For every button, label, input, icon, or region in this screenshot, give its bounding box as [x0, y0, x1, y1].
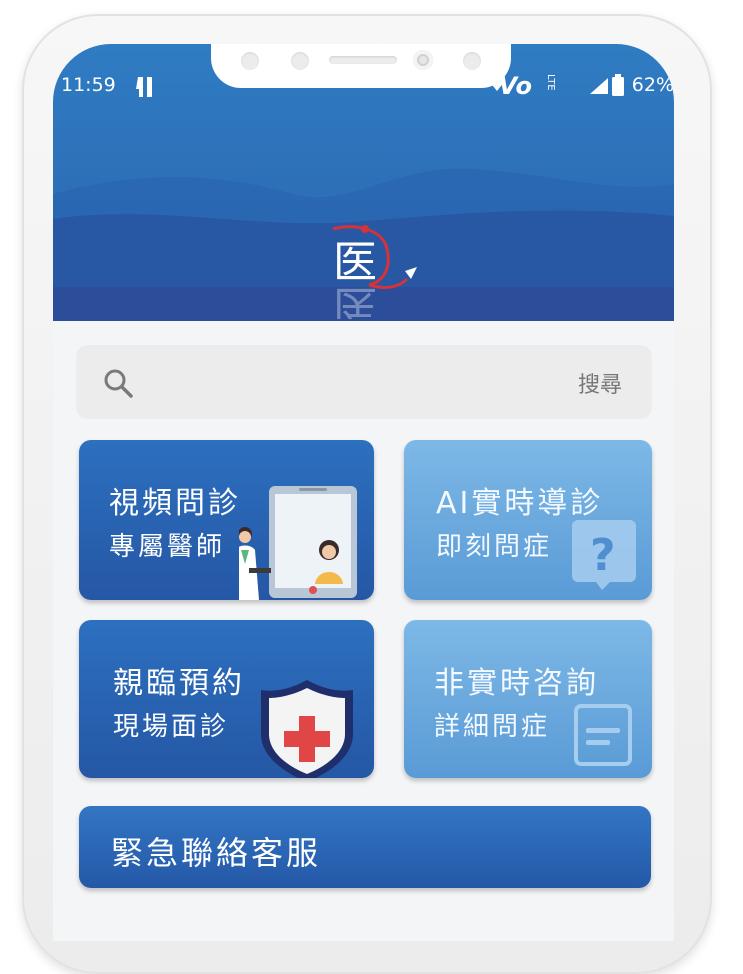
sensor-dot: [291, 52, 309, 70]
status-time: 11:59: [61, 74, 116, 96]
card-title: 親臨預約: [113, 666, 245, 701]
medical-shield-icon: [257, 678, 357, 778]
sensor-dot: [463, 52, 481, 70]
card-subtitle: 即刻問症: [436, 532, 553, 562]
search-placeholder: 搜尋: [577, 373, 622, 398]
in-person-appointment-card[interactable]: 親臨預約 現場面診: [79, 620, 374, 778]
ai-triage-card[interactable]: AI實時導診 即刻問症 ?: [404, 440, 652, 600]
status-right-group: Vo LTE 62%: [489, 72, 674, 100]
emergency-label: 緊急聯絡客服: [111, 834, 322, 872]
question-bubble-icon: ?: [572, 518, 636, 596]
sensor-dot: [241, 52, 259, 70]
search-bar[interactable]: 搜尋: [76, 345, 652, 419]
card-title: 非實時咨詢: [434, 666, 599, 701]
app-logo: 医 医: [325, 219, 425, 319]
hero-header: 11:59 Vo LTE 62% 医 医: [53, 44, 674, 321]
svg-text:?: ?: [590, 530, 616, 581]
video-consultation-card[interactable]: 視頻問診 專屬醫師: [79, 440, 374, 600]
emergency-contact-button[interactable]: 緊急聯絡客服: [79, 806, 651, 888]
volte-label: Vo: [498, 72, 532, 100]
doctor-video-call-illustration: [231, 484, 374, 600]
front-camera: [413, 50, 433, 70]
card-subtitle: 現場面診: [113, 712, 230, 742]
message-box-icon: [574, 704, 632, 770]
async-consultation-card[interactable]: 非實時咨詢 詳細問症: [404, 620, 652, 778]
battery-percent: 62%: [631, 74, 674, 96]
app-screen: 11:59 Vo LTE 62% 医 医 搜尋 視頻問診 專屬醫師 AI實時導診…: [53, 44, 674, 941]
search-icon: [102, 367, 134, 403]
earpiece-speaker: [329, 56, 397, 64]
card-title: AI實時導診: [436, 486, 604, 521]
card-subtitle: 詳細問症: [434, 712, 551, 742]
svg-text:医: 医: [333, 280, 377, 319]
camera-notch: [211, 44, 511, 88]
lte-label: LTE: [545, 74, 556, 91]
card-subtitle: 專屬醫師: [109, 532, 226, 562]
card-title: 視頻問診: [109, 486, 241, 521]
